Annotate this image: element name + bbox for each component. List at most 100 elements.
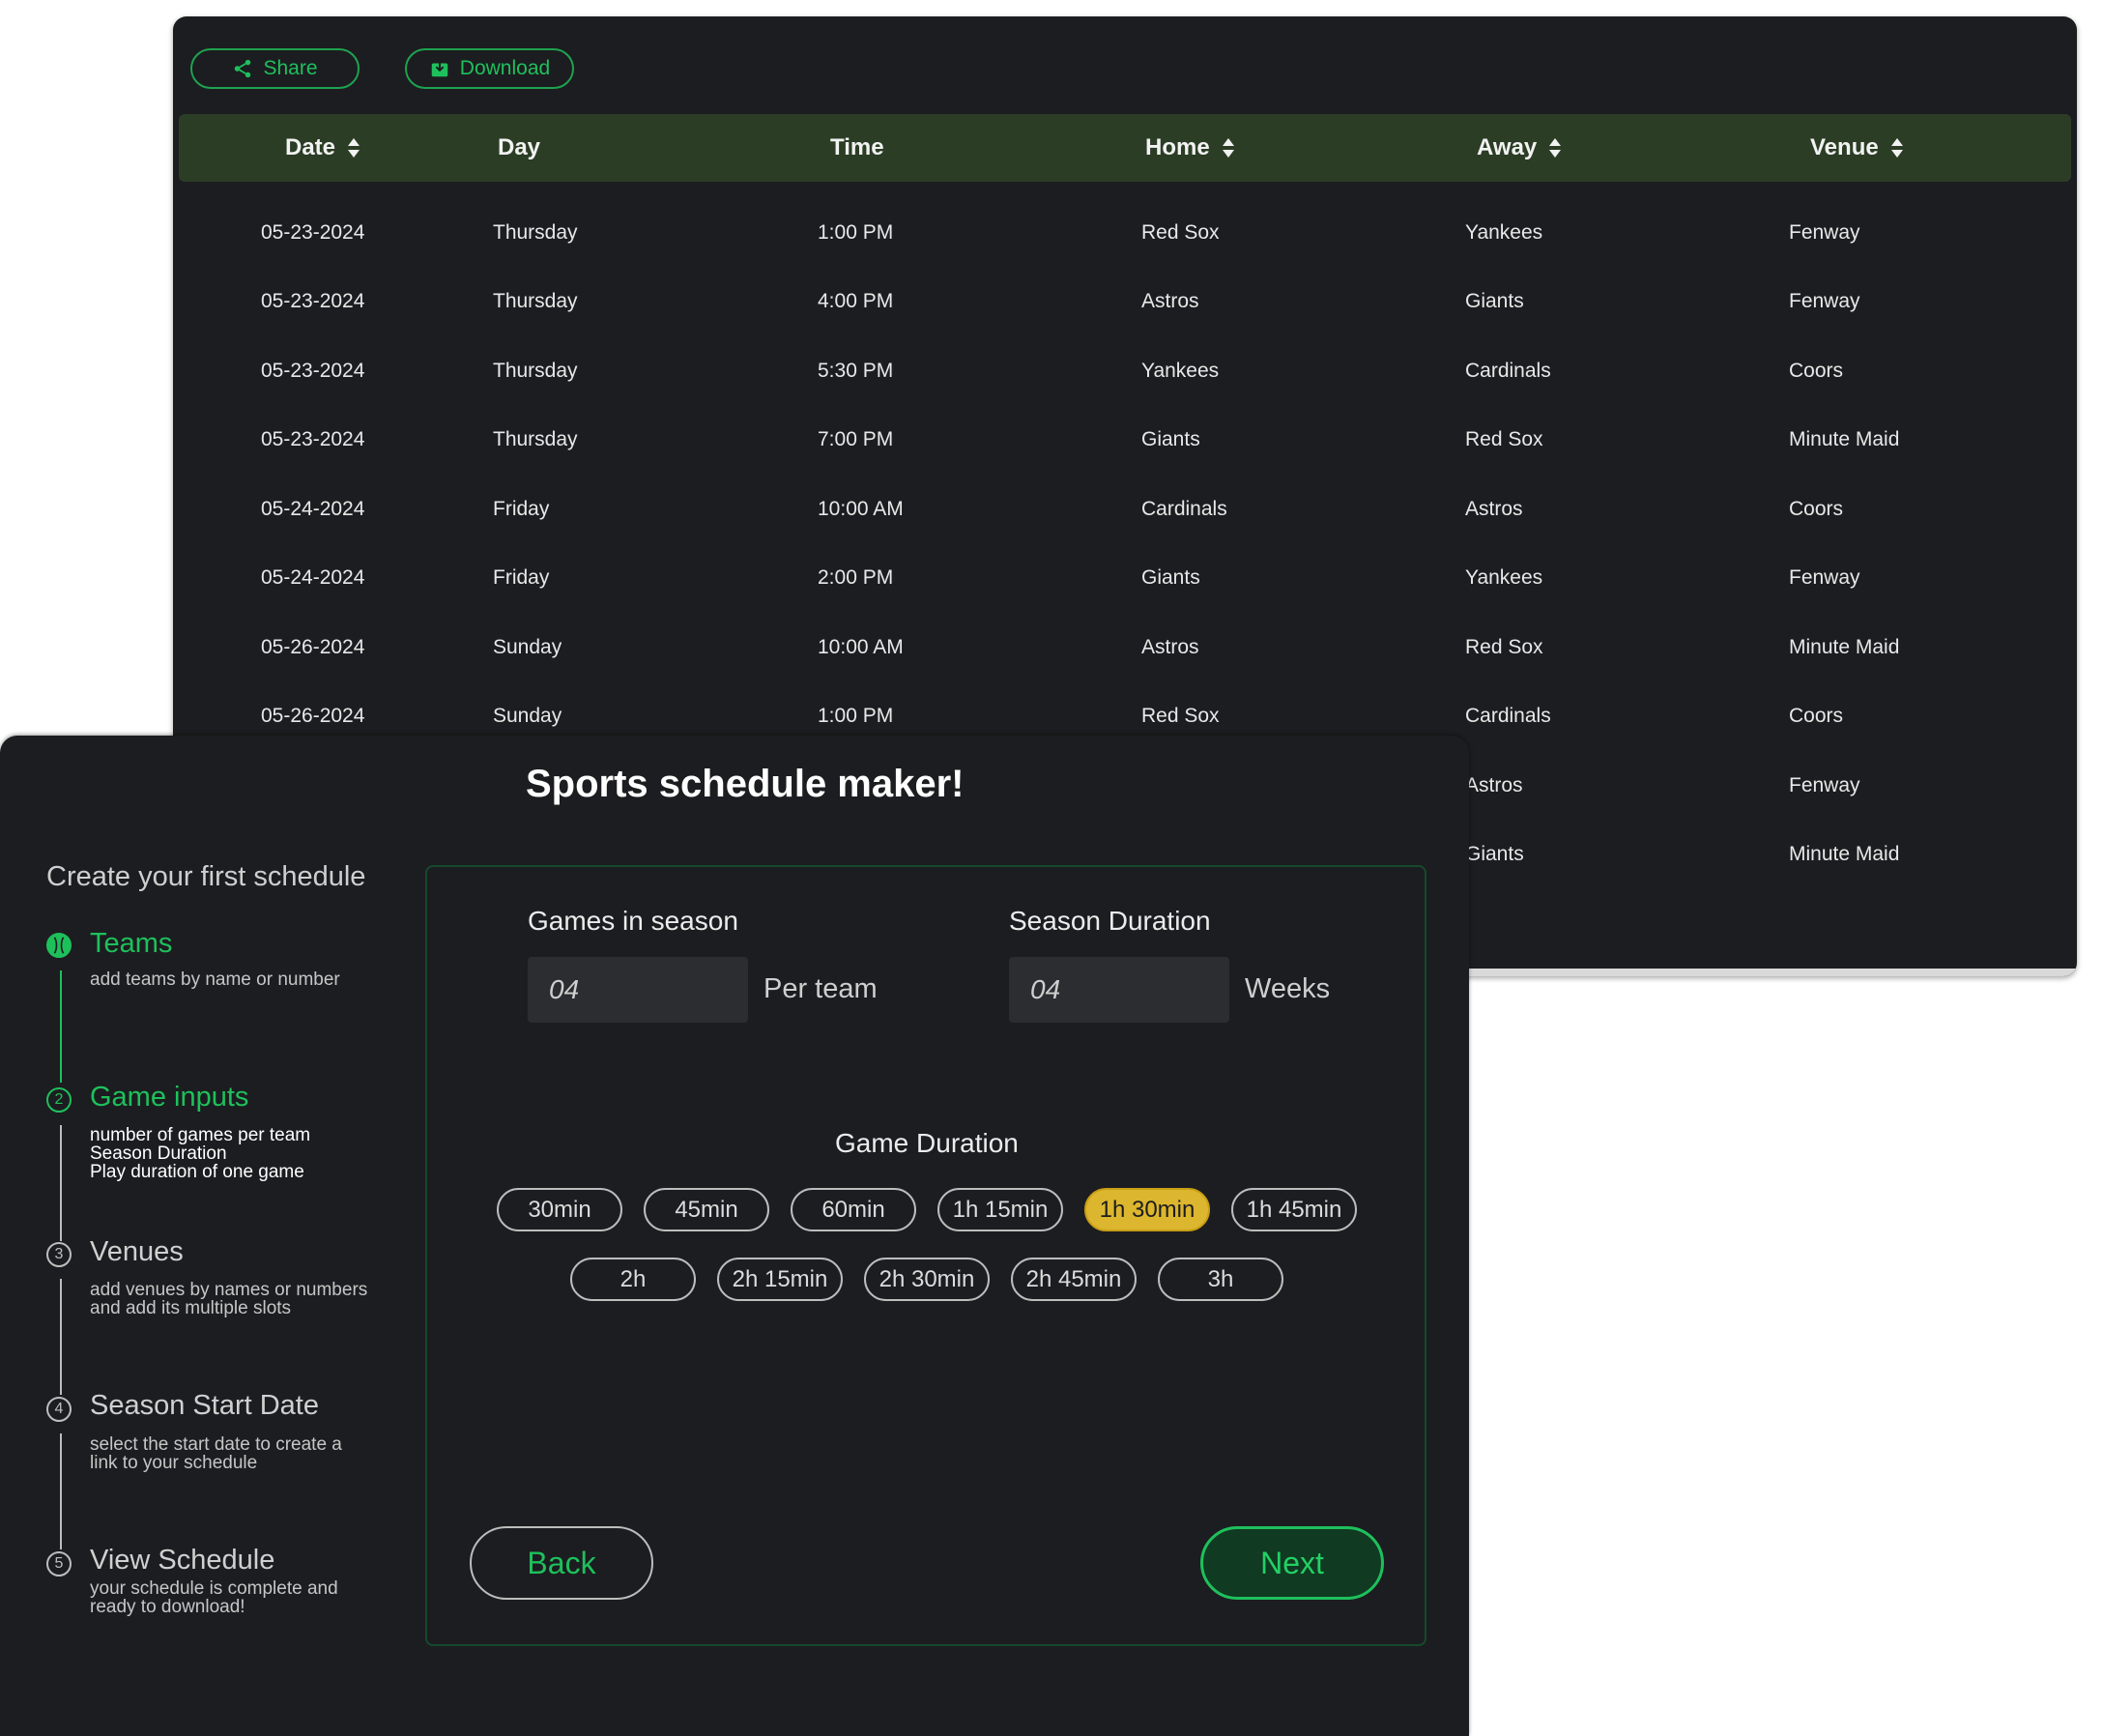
sort-icon[interactable] <box>1890 137 1904 159</box>
table-row: 05-23-2024 Thursday 5:30 PM Yankees Cardinal… <box>173 336 2077 405</box>
table-cell: Astros <box>1465 773 1523 796</box>
column-header-label: Time <box>830 134 884 160</box>
step-venues-description: add venues by names or numbers and add i… <box>90 1280 368 1318</box>
duration-option[interactable]: 1h 15min <box>937 1188 1063 1231</box>
table-cell: Fenway <box>1789 773 1860 796</box>
table-cell: Yankees <box>1465 566 1543 589</box>
column-header-time: Time <box>830 114 884 182</box>
table-cell: Giants <box>1465 290 1524 312</box>
table-cell: Coors <box>1789 705 1844 727</box>
step-season-start-date-description: select the start date to create a link t… <box>90 1434 342 1473</box>
step-game-inputs[interactable]: Game inputs <box>90 1082 248 1114</box>
duration-option[interactable]: 3h <box>1158 1258 1283 1301</box>
table-cell: Red Sox <box>1465 635 1543 658</box>
back-button[interactable]: Back <box>470 1526 653 1600</box>
duration-option[interactable]: 30min <box>497 1188 622 1231</box>
duration-option[interactable]: 60min <box>791 1188 916 1231</box>
table-cell: 5:30 PM <box>818 359 894 382</box>
column-header-label: Home <box>1145 134 1210 160</box>
download-label: Download <box>459 57 551 79</box>
table-cell: Fenway <box>1789 220 1860 244</box>
duration-option[interactable]: 2h 30min <box>864 1258 990 1301</box>
duration-option[interactable]: 2h 45min <box>1011 1258 1137 1301</box>
column-header-date[interactable]: Date <box>285 114 360 182</box>
table-cell: Minute Maid <box>1789 635 1900 658</box>
table-cell: Cardinals <box>1465 705 1551 727</box>
column-header-day: Day <box>498 114 540 182</box>
sort-icon[interactable] <box>1222 137 1235 159</box>
table-cell: Fenway <box>1789 566 1860 589</box>
download-button[interactable]: Download <box>405 48 574 89</box>
season-duration-input[interactable] <box>1009 957 1229 1023</box>
table-cell: Minute Maid <box>1789 843 1900 865</box>
table-cell: Sunday <box>493 635 562 658</box>
page-title: Sports schedule maker! <box>526 763 965 805</box>
step-connector <box>60 1279 62 1395</box>
table-cell: 7:00 PM <box>818 428 894 450</box>
column-header-home[interactable]: Home <box>1145 114 1235 182</box>
column-header-away[interactable]: Away <box>1477 114 1562 182</box>
table-cell: Fenway <box>1789 290 1860 312</box>
sidebar-title: Create your first schedule <box>46 861 366 892</box>
step-connector <box>60 1433 62 1549</box>
table-cell: 05-23-2024 <box>261 220 365 244</box>
step-1-complete-icon <box>46 933 72 958</box>
games-in-season-input[interactable] <box>528 957 748 1023</box>
table-cell: Yankees <box>1141 359 1220 382</box>
step-venues[interactable]: Venues <box>90 1236 184 1268</box>
table-cell: 05-23-2024 <box>261 290 365 312</box>
step-view-schedule[interactable]: View Schedule <box>90 1545 274 1577</box>
duration-option[interactable]: 45min <box>644 1188 769 1231</box>
table-cell: Thursday <box>493 220 578 244</box>
step-2-circle: 2 <box>46 1087 72 1113</box>
table-cell: Minute Maid <box>1789 428 1900 450</box>
duration-option[interactable]: 2h 15min <box>717 1258 843 1301</box>
column-header-venue[interactable]: Venue <box>1810 114 1904 182</box>
step-view-schedule-description: your schedule is complete and ready to d… <box>90 1578 338 1617</box>
table-row: 05-24-2024 Friday 10:00 AM Cardinals Astros C… <box>173 475 2077 543</box>
table-cell: Red Sox <box>1141 220 1220 244</box>
table-cell: Yankees <box>1465 220 1543 244</box>
step-4-circle: 4 <box>46 1397 72 1422</box>
table-cell: 1:00 PM <box>818 220 894 244</box>
table-cell: 05-24-2024 <box>261 497 365 520</box>
season-duration-label: Season Duration <box>1009 906 1211 936</box>
next-button[interactable]: Next <box>1200 1526 1384 1600</box>
share-button[interactable]: Share <box>190 48 360 89</box>
duration-option[interactable]: 1h 30min <box>1084 1188 1210 1231</box>
sort-icon[interactable] <box>347 137 360 159</box>
duration-option[interactable]: 1h 45min <box>1231 1188 1357 1231</box>
table-cell: Astros <box>1141 290 1199 312</box>
table-cell: 10:00 AM <box>818 635 904 658</box>
table-row: 05-23-2024 Thursday 1:00 PM Red Sox Yankees F… <box>173 198 2077 267</box>
game-duration-label: Game Duration <box>835 1128 1019 1158</box>
share-label: Share <box>263 57 318 79</box>
season-duration-unit: Weeks <box>1245 973 1331 1004</box>
download-icon <box>431 60 448 77</box>
table-cell: Giants <box>1465 843 1524 865</box>
games-in-season-label: Games in season <box>528 906 738 936</box>
table-cell: Thursday <box>493 290 578 312</box>
step-teams[interactable]: Teams <box>90 928 172 960</box>
schedule-maker-window: Sports schedule maker! Create your first… <box>0 736 1469 1736</box>
games-in-season-unit: Per team <box>763 973 878 1004</box>
table-cell: Red Sox <box>1465 428 1543 450</box>
table-cell: 05-23-2024 <box>261 428 365 450</box>
ball-icon <box>48 935 70 956</box>
table-cell: Giants <box>1141 566 1200 589</box>
step-teams-description: add teams by name or number <box>90 969 340 990</box>
step-connector <box>60 970 62 1083</box>
table-cell: 05-26-2024 <box>261 635 365 658</box>
table-cell: Thursday <box>493 359 578 382</box>
table-cell: Friday <box>493 566 550 589</box>
sort-icon[interactable] <box>1548 137 1562 159</box>
table-cell: 05-23-2024 <box>261 359 365 382</box>
table-cell: 10:00 AM <box>818 497 904 520</box>
table-row: 05-24-2024 Friday 2:00 PM Giants Yankees Fenw… <box>173 544 2077 613</box>
table-header: Date Day Time Home Away Venue <box>179 114 2071 182</box>
step-season-start-date[interactable]: Season Start Date <box>90 1390 319 1422</box>
step-connector <box>60 1125 62 1241</box>
step-game-inputs-description: number of games per team Season Duration… <box>90 1125 311 1182</box>
duration-option[interactable]: 2h <box>570 1258 696 1301</box>
game-inputs-panel: Games in season Per team Season Duration… <box>425 865 1426 1646</box>
